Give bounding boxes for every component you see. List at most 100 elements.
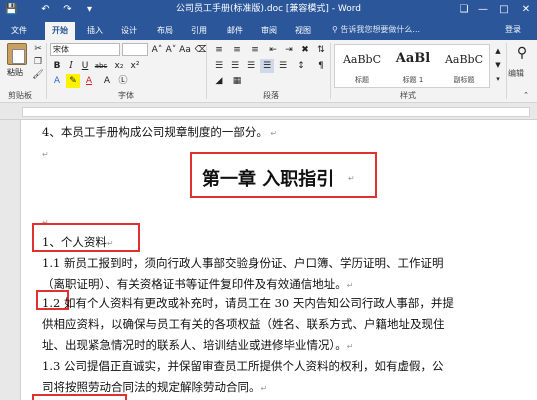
paragraph-mark: ↵: [42, 150, 49, 159]
paragraph-mark: ↵: [346, 281, 354, 290]
style-name: 标题: [355, 76, 369, 84]
paragraph-group-label: 段落: [263, 91, 279, 100]
borders-icon[interactable]: ▦: [230, 74, 244, 88]
superscript-button[interactable]: x²: [128, 59, 142, 73]
align-left-icon[interactable]: ☰: [212, 59, 226, 73]
styles-scroll-down-icon[interactable]: ▼: [491, 58, 505, 72]
document-page[interactable]: 4、本员工手册构成公司规章制度的一部分。 ↵ ↵ 第一章 入职指引 ↵ ↵ 1、…: [21, 120, 537, 400]
tab-mailings[interactable]: 邮件: [222, 22, 248, 40]
tab-file[interactable]: 文件: [6, 22, 32, 40]
bold-button[interactable]: B: [50, 59, 64, 73]
collapse-ribbon-icon[interactable]: ⌃: [519, 88, 533, 102]
decrease-indent-icon[interactable]: ⇤: [266, 43, 280, 57]
minimize-button[interactable]: —: [472, 0, 494, 19]
tab-insert[interactable]: 插入: [82, 22, 108, 40]
increase-indent-icon[interactable]: ⇥: [282, 43, 296, 57]
justify-icon[interactable]: ☰: [260, 59, 274, 73]
chinese-layout-icon[interactable]: ✖: [298, 43, 312, 57]
intro-text: 4、本员工手册构成公司规章制度的一部分。: [42, 125, 268, 139]
styles-more-icon[interactable]: ▾: [491, 72, 505, 86]
enclose-char-icon[interactable]: Ⓛ: [116, 74, 130, 88]
body-line-text: 址、出现紧急情况时的联系人、培训结业或进修毕业情况）。: [42, 338, 347, 352]
style-subtitle[interactable]: AaBbC 副标题: [439, 47, 489, 87]
copy-icon[interactable]: ❐: [32, 57, 44, 68]
paste-icon[interactable]: [7, 43, 27, 65]
style-name: 副标题: [453, 76, 475, 84]
style-sample: AaBl: [395, 51, 431, 66]
underline-button[interactable]: U: [78, 59, 92, 73]
line-spacing-icon[interactable]: ↕: [294, 59, 308, 73]
style-sample: AaBbC: [342, 53, 382, 66]
group-separator: [506, 43, 507, 99]
subscript-button[interactable]: x₂: [112, 59, 126, 73]
tab-references[interactable]: 引用: [186, 22, 212, 40]
ruler-track: [22, 107, 530, 117]
tab-view[interactable]: 视图: [290, 22, 316, 40]
paragraph-mark: ↵: [267, 129, 278, 138]
group-separator: [330, 43, 331, 99]
font-size-select[interactable]: [122, 43, 148, 56]
body-line: 司将按照劳动合同法的规定解除劳动合同。↵: [42, 379, 267, 395]
strikethrough-button[interactable]: abc: [94, 59, 108, 73]
body-line: （离职证明）、有关资格证书等证件复印件及有效通信地址。↵: [42, 276, 353, 292]
group-separator: [206, 43, 207, 99]
sort-icon[interactable]: ⇅: [314, 43, 328, 57]
body-line: 供相应资料，以确保与员工有关的各项权益（姓名、联系方式、户籍地址及现住: [42, 317, 445, 331]
styles-scroll-up-icon[interactable]: ▲: [491, 44, 505, 58]
section-heading: 1、个人资料↵: [42, 234, 114, 250]
body-line: 址、出现紧急情况时的联系人、培训结业或进修毕业情况）。↵: [42, 337, 353, 353]
change-case-icon[interactable]: Aa: [178, 43, 192, 57]
shrink-font-icon[interactable]: A˅: [164, 43, 178, 57]
format-painter-icon[interactable]: 🖌: [32, 70, 44, 81]
paragraph-mark: ↵: [260, 384, 268, 393]
tab-review[interactable]: 审阅: [256, 22, 282, 40]
style-sample: AaBbC: [444, 53, 484, 66]
numbering-icon[interactable]: ≡: [230, 43, 244, 57]
title-bar: 💾 ↶ ↷ ▾ 公司员工手册(标准版).doc [兼容模式] - Word ❑ …: [0, 0, 537, 19]
style-title[interactable]: AaBbC 标题: [337, 47, 387, 87]
char-shading-icon[interactable]: A: [100, 74, 114, 88]
paste-button-label[interactable]: 粘贴: [7, 67, 23, 78]
horizontal-ruler[interactable]: [0, 103, 537, 120]
vertical-ruler[interactable]: [0, 120, 21, 400]
shading-icon[interactable]: ◢: [212, 74, 226, 88]
tab-design[interactable]: 设计: [116, 22, 142, 40]
close-button[interactable]: ✕: [515, 0, 537, 19]
maximize-button[interactable]: □: [493, 0, 515, 19]
editing-button-label[interactable]: 编辑: [508, 68, 524, 79]
font-name-select[interactable]: 宋体: [50, 43, 120, 56]
highlight-icon[interactable]: ✎: [66, 74, 80, 88]
highlight-box-next: [32, 394, 127, 400]
style-heading-1[interactable]: AaBl 标题 1: [388, 47, 438, 87]
paragraph-mark: ↵: [106, 239, 114, 248]
tab-home[interactable]: 开始: [45, 22, 75, 40]
italic-button[interactable]: I: [64, 59, 78, 73]
group-separator: [46, 43, 47, 99]
tab-layout[interactable]: 布局: [152, 22, 178, 40]
align-right-icon[interactable]: ☰: [244, 59, 258, 73]
body-line: 1.1 新员工报到时，须向行政人事部交验身份证、户口簿、学历证明、工作证明: [42, 256, 444, 270]
login-link[interactable]: 登录: [505, 22, 521, 38]
grow-font-icon[interactable]: A˄: [150, 43, 164, 57]
find-icon[interactable]: ⚲: [513, 46, 531, 64]
body-line-text: 司将按照劳动合同法的规定解除劳动合同。: [42, 380, 261, 394]
multilevel-list-icon[interactable]: ≡: [248, 43, 262, 57]
clipboard-group-label: 剪贴板: [8, 91, 32, 100]
style-name: 标题 1: [402, 76, 424, 84]
body-line: 1.2 如有个人资料有更改或补充时，请员工在 30 天内告知公司行政人事部，并提: [42, 295, 454, 311]
chapter-title: 第一章 入职指引: [202, 169, 335, 190]
styles-gallery: AaBbC 标题 AaBl 标题 1 AaBbC 副标题: [334, 44, 490, 88]
body-line: 1.3 公司提倡正直诚实，并保留审查员工所提供个人资料的权利，如有虚假，公: [42, 359, 444, 373]
text-effects-icon[interactable]: A: [50, 74, 64, 88]
paragraph-mark: ↵: [346, 342, 354, 351]
tell-me-search[interactable]: ⚲ 告诉我您想要做什么...: [332, 22, 420, 38]
number-1-2: 1.2: [42, 296, 61, 310]
empty-paragraph: ↵: [42, 146, 49, 160]
align-center-icon[interactable]: ☰: [228, 59, 242, 73]
cut-icon[interactable]: ✂: [32, 44, 44, 55]
ribbon-tabs: 文件 开始 插入 设计 布局 引用 邮件 审阅 视图 ⚲ 告诉我您想要做什么..…: [0, 19, 537, 40]
font-color-icon[interactable]: A: [82, 74, 96, 88]
distributed-icon[interactable]: ☰: [276, 59, 290, 73]
show-marks-icon[interactable]: ¶: [314, 59, 328, 73]
bullets-icon[interactable]: ≡: [212, 43, 226, 57]
